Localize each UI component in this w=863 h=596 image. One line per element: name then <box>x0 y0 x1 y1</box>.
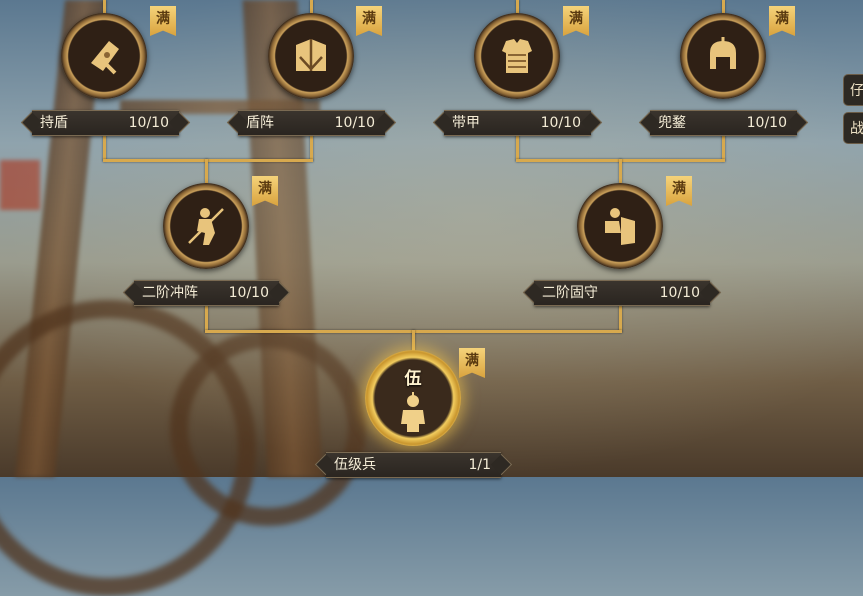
max-badge: 满 <box>252 176 278 206</box>
rank-label: 伍 <box>404 369 422 389</box>
side-tab-2[interactable]: 战 <box>843 112 863 144</box>
skill-label: 盾阵 10/10 <box>238 110 385 136</box>
skill-count: 1/1 <box>468 457 491 473</box>
skill-name: 带甲 <box>452 115 480 131</box>
soldier-icon <box>390 388 436 434</box>
helmet-icon <box>700 33 746 79</box>
skill-count: 10/10 <box>128 115 169 131</box>
skill-name: 二阶冲阵 <box>142 285 198 301</box>
skill-label: 二阶固守 10/10 <box>534 280 710 306</box>
skill-label: 带甲 10/10 <box>444 110 591 136</box>
skill-name: 持盾 <box>40 115 68 131</box>
shield-icon <box>81 33 127 79</box>
max-badge: 满 <box>356 6 382 36</box>
skill-label: 兜鍪 10/10 <box>650 110 797 136</box>
skill-count: 10/10 <box>746 115 787 131</box>
skill-name: 二阶固守 <box>542 285 598 301</box>
shield-formation-icon <box>288 33 334 79</box>
max-badge: 满 <box>769 6 795 36</box>
skill-name: 兜鍪 <box>658 115 686 131</box>
max-badge: 满 <box>666 176 692 206</box>
skill-label: 二阶冲阵 10/10 <box>134 280 279 306</box>
side-tab-1[interactable]: 仔 <box>843 74 863 106</box>
skill-count: 10/10 <box>659 285 700 301</box>
armor-icon <box>494 33 540 79</box>
skill-label: 伍级兵 1/1 <box>326 452 501 478</box>
skill-count: 10/10 <box>228 285 269 301</box>
skill-count: 10/10 <box>540 115 581 131</box>
skill-label: 持盾 10/10 <box>32 110 179 136</box>
max-badge: 满 <box>563 6 589 36</box>
skill-count: 10/10 <box>334 115 375 131</box>
max-badge: 满 <box>459 348 485 378</box>
skill-name: 伍级兵 <box>334 457 376 473</box>
soldier-defend-icon <box>597 203 643 249</box>
skill-name: 盾阵 <box>246 115 274 131</box>
max-badge: 满 <box>150 6 176 36</box>
soldier-charge-icon <box>183 203 229 249</box>
